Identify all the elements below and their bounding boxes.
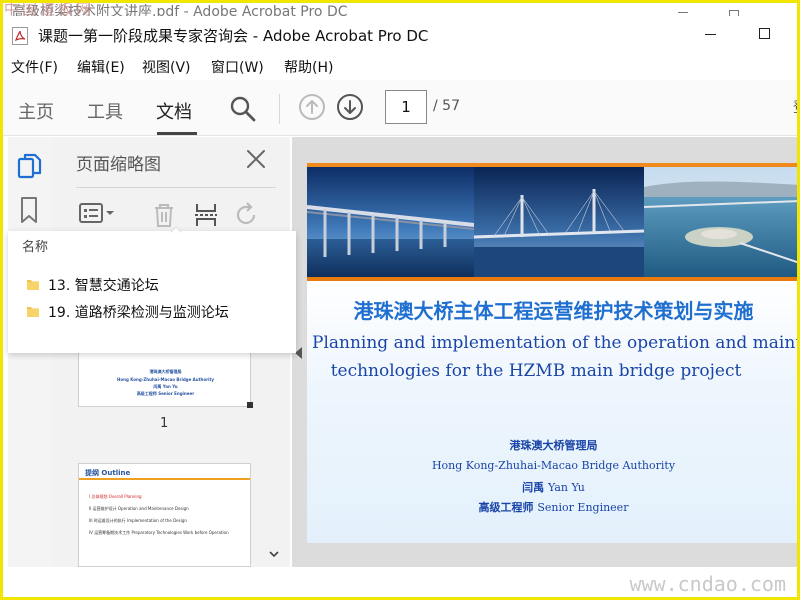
slide-author-cn: 闫禹 — [522, 481, 545, 494]
previous-page-icon[interactable] — [298, 93, 326, 121]
tab-document[interactable]: 文档 — [156, 98, 192, 124]
menu-bar: 文件(F) 编辑(E) 视图(V) 窗口(W) 帮助(H) — [0, 55, 800, 77]
title-bar: 课题一第一阶段成果专家咨询会 - Adobe Acrobat Pro DC — [0, 20, 800, 50]
thumb-outline-item: I 总体规划 Overall Planning — [89, 494, 142, 499]
background-maximize-icon — [729, 10, 739, 16]
page-thumbnail-label: 1 — [160, 416, 169, 431]
close-icon[interactable] — [244, 147, 268, 171]
menu-file[interactable]: 文件(F) — [11, 57, 58, 77]
slide-title-chinese: 港珠澳大桥主体工程运营维护技术策划与实施 — [353, 299, 754, 323]
slide-title-english-line1: Planning and implementation of the opera… — [312, 333, 800, 353]
main-toolbar: 主页 工具 文档 1 / 57 登 — [0, 80, 800, 136]
thumb-accent-line — [79, 478, 250, 480]
flyout-header: 名称 — [22, 240, 49, 255]
menu-window[interactable]: 窗口(W) — [211, 57, 264, 77]
bridge-photo-strip — [307, 167, 800, 277]
rotate-icon[interactable] — [232, 201, 260, 229]
background-minimize-icon — [678, 12, 688, 13]
slide-role-cn: 高级工程师 — [478, 501, 534, 514]
collapse-panel-icon[interactable] — [295, 347, 302, 359]
menu-help[interactable]: 帮助(H) — [284, 57, 333, 77]
panel-title: 页面缩略图 — [76, 155, 161, 175]
slide-author: 闫禹 Yan Yu — [307, 479, 800, 495]
folder-icon — [27, 307, 39, 317]
watermark-bottom: www.cndao.com — [629, 572, 786, 596]
tab-tools[interactable]: 工具 — [87, 98, 123, 124]
pdf-page: 港珠澳大桥主体工程运营维护技术策划与实施 Planning and implem… — [307, 163, 800, 543]
active-tab-indicator — [157, 132, 197, 135]
flyout-item[interactable]: 19. 道路桥梁检测与监测论坛 — [26, 301, 286, 321]
flyout-item-label: 13. 智慧交通论坛 — [48, 278, 159, 294]
slide-organization-en: Hong Kong-Zhuhai-Macao Bridge Authority — [431, 459, 676, 472]
bridge-photo-3 — [644, 167, 800, 277]
delete-icon[interactable] — [150, 201, 178, 229]
bridge-photo-1 — [307, 167, 474, 277]
slide-author-en: Yan Yu — [547, 481, 585, 494]
tab-home[interactable]: 主页 — [18, 98, 54, 124]
bookmark-icon[interactable] — [16, 195, 44, 225]
menu-view[interactable]: 视图(V) — [142, 57, 191, 77]
thumb-text: 闫禹 Yan Yu — [153, 384, 178, 389]
thumbnail-resize-handle[interactable] — [247, 402, 253, 408]
page-number-input[interactable]: 1 — [385, 90, 427, 124]
next-page-icon[interactable] — [336, 93, 364, 121]
toolbar-separator — [279, 94, 280, 124]
thumb-text: 高级工程师 Senior Engineer — [136, 391, 195, 396]
thumb-text: 港珠澳大桥管理局 — [149, 369, 182, 374]
flyout-item[interactable]: 13. 智慧交通论坛 — [26, 274, 286, 294]
flyout-item-label: 19. 道路桥梁检测与监测论坛 — [48, 305, 229, 321]
thumb-outline-item: II 运营维护设计 Operation and Maintenance Desi… — [89, 506, 189, 511]
thumb-outline-item: IV 运营筹备期技术工作 Preparatory Technologies Wo… — [89, 530, 229, 535]
window-title: 课题一第一阶段成果专家咨询会 - Adobe Acrobat Pro DC — [38, 27, 429, 45]
search-icon[interactable] — [229, 95, 257, 123]
options-menu-icon[interactable] — [78, 201, 118, 227]
maximize-icon[interactable] — [759, 28, 770, 39]
page-thumbnail-1[interactable]: 港珠澳大桥管理局 Hong Kong-Zhuhai-Macao Bridge A… — [78, 351, 251, 407]
watermark-top: 中国道板网 — [4, 0, 95, 18]
toolbar-overflow-label[interactable]: 登 — [793, 97, 800, 117]
bridge-photo-2 — [474, 167, 644, 277]
scroll-down-icon[interactable] — [268, 548, 280, 560]
slide-role: 高级工程师 Senior Engineer — [307, 499, 800, 515]
menu-edit[interactable]: 编辑(E) — [77, 57, 125, 77]
page-thumbnail-2[interactable]: 提纲 Outline I 总体规划 Overall Planning II 运营… — [78, 463, 251, 567]
panel-divider — [76, 187, 276, 188]
page-thumbnails-icon[interactable] — [16, 151, 44, 181]
acrobat-app-icon — [12, 27, 28, 45]
extract-icon[interactable] — [192, 201, 220, 229]
attachments-flyout: 名称 13. 智慧交通论坛 19. 道路桥梁检测与监测论坛 — [8, 231, 296, 353]
slide-title-english: Planning and implementation of the opera… — [312, 329, 800, 385]
folder-icon — [27, 280, 39, 290]
thumb-outline-item: III 时运维设计的执行 Implementation of the Desig… — [89, 518, 187, 523]
slide-title-english-line2: technologies for the HZMB main bridge pr… — [330, 361, 742, 381]
page-total: / 57 — [433, 98, 460, 114]
slide-organization-cn: 港珠澳大桥管理局 — [509, 439, 598, 452]
thumb-heading: 提纲 Outline — [85, 469, 131, 477]
thumb-text: Hong Kong-Zhuhai-Macao Bridge Authority — [117, 377, 214, 382]
slide-role-en: Senior Engineer — [537, 501, 629, 514]
minimize-icon[interactable] — [705, 34, 716, 35]
